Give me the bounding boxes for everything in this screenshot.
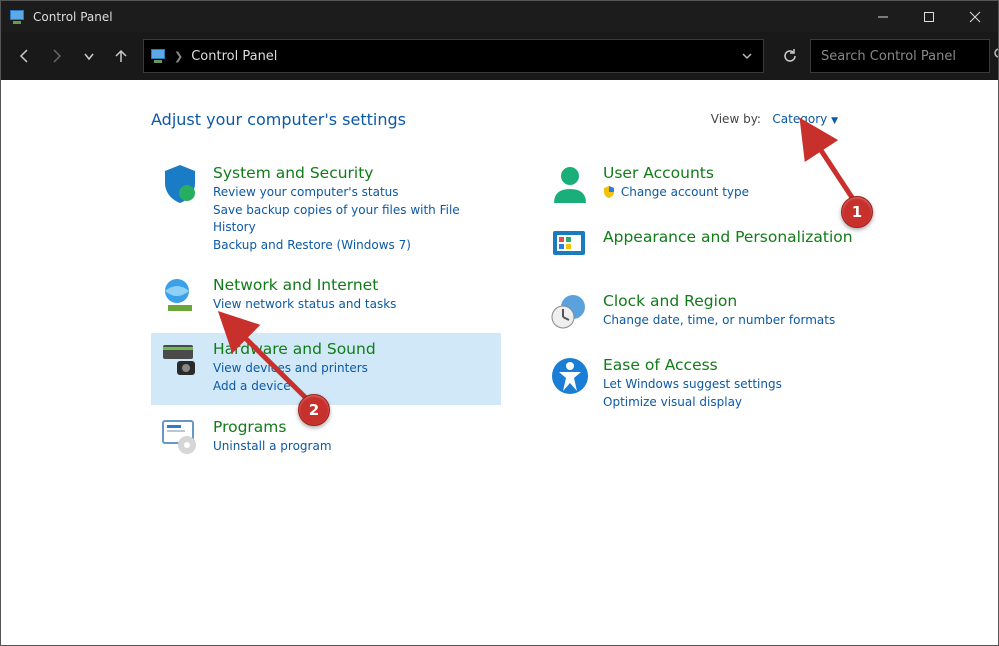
navigation-bar: ❯ Control Panel — [1, 32, 998, 80]
category-link[interactable]: Backup and Restore (Windows 7) — [213, 237, 493, 254]
category-link[interactable]: Review your computer's status — [213, 184, 493, 201]
globe-network-icon — [159, 275, 201, 317]
search-box[interactable] — [810, 39, 990, 73]
category-system-security: System and Security Review your computer… — [151, 157, 501, 263]
control-panel-icon — [9, 9, 25, 25]
search-icon[interactable] — [993, 47, 999, 65]
category-link[interactable]: Uninstall a program — [213, 438, 332, 455]
printer-camera-icon — [159, 339, 201, 381]
category-appearance-personalization: Appearance and Personalization — [541, 221, 901, 279]
shield-icon — [159, 163, 201, 205]
window-title: Control Panel — [33, 10, 860, 24]
page-heading: Adjust your computer's settings — [151, 110, 998, 129]
refresh-button[interactable] — [774, 40, 806, 72]
clock-globe-icon — [549, 291, 591, 333]
address-dropdown-button[interactable] — [737, 46, 757, 66]
annotation-badge-2: 2 — [298, 394, 330, 426]
content-area: Adjust your computer's settings View by:… — [1, 80, 998, 645]
category-heading[interactable]: System and Security — [213, 163, 493, 183]
accessibility-icon — [549, 355, 591, 397]
maximize-button[interactable] — [906, 1, 952, 32]
category-clock-region: Clock and Region Change date, time, or n… — [541, 285, 901, 343]
title-bar: Control Panel — [1, 1, 998, 32]
chevron-down-icon: ▼ — [831, 116, 838, 126]
minimize-button[interactable] — [860, 1, 906, 32]
category-heading[interactable]: Ease of Access — [603, 355, 782, 375]
view-by-control: View by: Category ▼ — [711, 112, 838, 126]
category-link[interactable]: Add a device — [213, 378, 376, 395]
breadcrumb-chevron-icon[interactable]: ❯ — [174, 50, 183, 63]
address-control-panel-icon — [150, 48, 166, 64]
category-link[interactable]: Change account type — [603, 184, 749, 201]
categories-left-column: System and Security Review your computer… — [151, 157, 541, 475]
category-heading[interactable]: Network and Internet — [213, 275, 396, 295]
category-link[interactable]: View devices and printers — [213, 360, 376, 377]
category-heading[interactable]: Appearance and Personalization — [603, 227, 853, 247]
category-heading[interactable]: Hardware and Sound — [213, 339, 376, 359]
category-network-internet: Network and Internet View network status… — [151, 269, 501, 327]
personalization-icon — [549, 227, 591, 269]
category-link[interactable]: Let Windows suggest settings — [603, 376, 782, 393]
nav-forward-button[interactable] — [41, 40, 73, 72]
address-bar[interactable]: ❯ Control Panel — [143, 39, 764, 73]
category-heading[interactable]: User Accounts — [603, 163, 749, 183]
uac-shield-icon — [603, 186, 615, 198]
category-link[interactable]: Save backup copies of your files with Fi… — [213, 202, 493, 236]
view-by-dropdown[interactable]: Category ▼ — [772, 112, 838, 126]
category-link[interactable]: View network status and tasks — [213, 296, 396, 313]
category-heading[interactable]: Clock and Region — [603, 291, 835, 311]
categories-right-column: User Accounts Change account type — [541, 157, 941, 427]
programs-icon — [159, 417, 201, 459]
close-button[interactable] — [952, 1, 998, 32]
view-by-value: Category — [772, 112, 827, 126]
category-link[interactable]: Optimize visual display — [603, 394, 782, 411]
category-link[interactable]: Change date, time, or number formats — [603, 312, 835, 329]
view-by-label: View by: — [711, 112, 761, 126]
annotation-badge-1: 1 — [841, 196, 873, 228]
category-hardware-sound: Hardware and Sound View devices and prin… — [151, 333, 501, 405]
nav-back-button[interactable] — [9, 40, 41, 72]
user-icon — [549, 163, 591, 205]
search-input[interactable] — [819, 48, 993, 65]
nav-recent-button[interactable] — [73, 40, 105, 72]
nav-up-button[interactable] — [105, 40, 137, 72]
category-ease-of-access: Ease of Access Let Windows suggest setti… — [541, 349, 901, 421]
address-location[interactable]: Control Panel — [191, 49, 277, 64]
